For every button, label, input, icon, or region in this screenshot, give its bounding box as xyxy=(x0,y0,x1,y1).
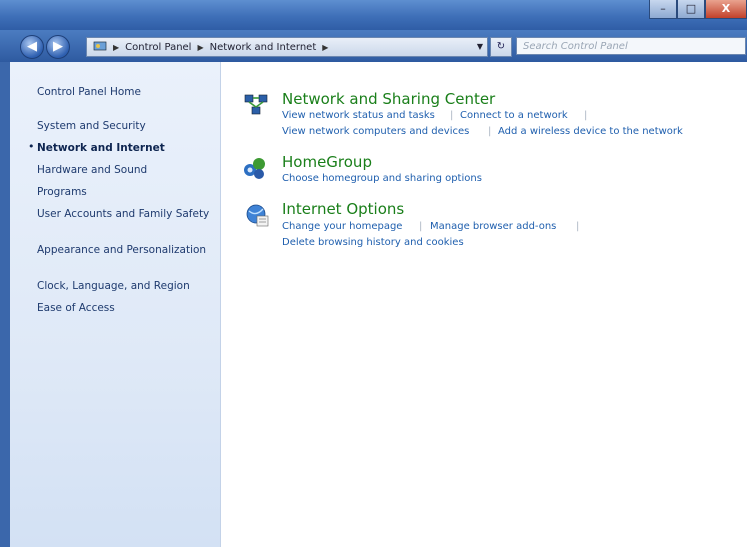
breadcrumb-arrow-icon[interactable]: ▶ xyxy=(322,43,328,52)
sidebar-item-programs[interactable]: Programs xyxy=(37,186,213,198)
control-panel-icon xyxy=(93,40,107,55)
task-choose-homegroup[interactable]: Choose homegroup and sharing options xyxy=(282,173,482,184)
sidebar-item-control-panel-home[interactable]: Control Panel Home xyxy=(37,86,213,98)
forward-button[interactable]: ▶ xyxy=(46,35,70,59)
refresh-button[interactable]: ↻ xyxy=(490,37,512,57)
window-left-border xyxy=(0,62,10,547)
sidebar-item-hardware-and-sound[interactable]: Hardware and Sound xyxy=(37,164,213,176)
close-button[interactable]: X xyxy=(705,0,747,19)
homegroup-icon[interactable] xyxy=(242,155,268,181)
breadcrumb-network-and-internet[interactable]: Network and Internet xyxy=(210,42,317,53)
sidebar-item-system-and-security[interactable]: System and Security xyxy=(37,120,213,132)
active-bullet-icon: • xyxy=(28,140,35,153)
task-separator: | xyxy=(584,110,588,121)
sidebar-item-appearance[interactable]: Appearance and Personalization xyxy=(37,244,213,256)
maximize-button[interactable]: □ xyxy=(677,0,705,19)
task-separator: | xyxy=(576,221,580,232)
window-controls: – □ X xyxy=(649,0,747,20)
title-bar: – □ X xyxy=(0,0,747,30)
back-button[interactable]: ◀ xyxy=(20,35,44,59)
internet-options-icon[interactable] xyxy=(245,203,271,229)
address-bar[interactable]: ▶ Control Panel ▶ Network and Internet ▶… xyxy=(86,37,488,57)
task-add-wireless-device[interactable]: Add a wireless device to the network xyxy=(498,126,683,137)
sidebar-item-clock-language-region[interactable]: Clock, Language, and Region xyxy=(37,280,213,292)
breadcrumb-arrow-icon: ▶ xyxy=(113,42,120,52)
task-manage-add-ons[interactable]: Manage browser add-ons xyxy=(430,221,556,232)
task-view-network-computers[interactable]: View network computers and devices xyxy=(282,126,469,137)
network-sharing-icon[interactable] xyxy=(243,92,269,118)
task-change-homepage[interactable]: Change your homepage xyxy=(282,221,402,232)
category-title-network-sharing[interactable]: Network and Sharing Center xyxy=(282,90,495,108)
minimize-button[interactable]: – xyxy=(649,0,677,19)
navigation-bar: ◀ ▶ ▶ Control Panel ▶ Network and Intern… xyxy=(0,30,747,62)
search-input[interactable]: Search Control Panel xyxy=(516,37,746,55)
category-title-homegroup[interactable]: HomeGroup xyxy=(282,153,372,171)
task-connect-to-network[interactable]: Connect to a network xyxy=(460,110,568,121)
task-view-network-status[interactable]: View network status and tasks xyxy=(282,110,435,121)
task-separator: | xyxy=(419,221,423,232)
category-title-internet-options[interactable]: Internet Options xyxy=(282,200,404,218)
breadcrumb-arrow-icon[interactable]: ▶ xyxy=(197,43,203,52)
sidebar-item-network-and-internet[interactable]: Network and Internet xyxy=(37,142,213,154)
task-separator: | xyxy=(488,126,492,137)
task-separator: | xyxy=(450,110,454,121)
chevron-down-icon[interactable]: ▼ xyxy=(477,38,483,56)
sidebar-item-user-accounts[interactable]: User Accounts and Family Safety xyxy=(37,208,213,220)
sidebar-item-ease-of-access[interactable]: Ease of Access xyxy=(37,302,213,314)
task-delete-browsing-history[interactable]: Delete browsing history and cookies xyxy=(282,237,464,248)
breadcrumb-control-panel[interactable]: Control Panel xyxy=(125,42,191,53)
